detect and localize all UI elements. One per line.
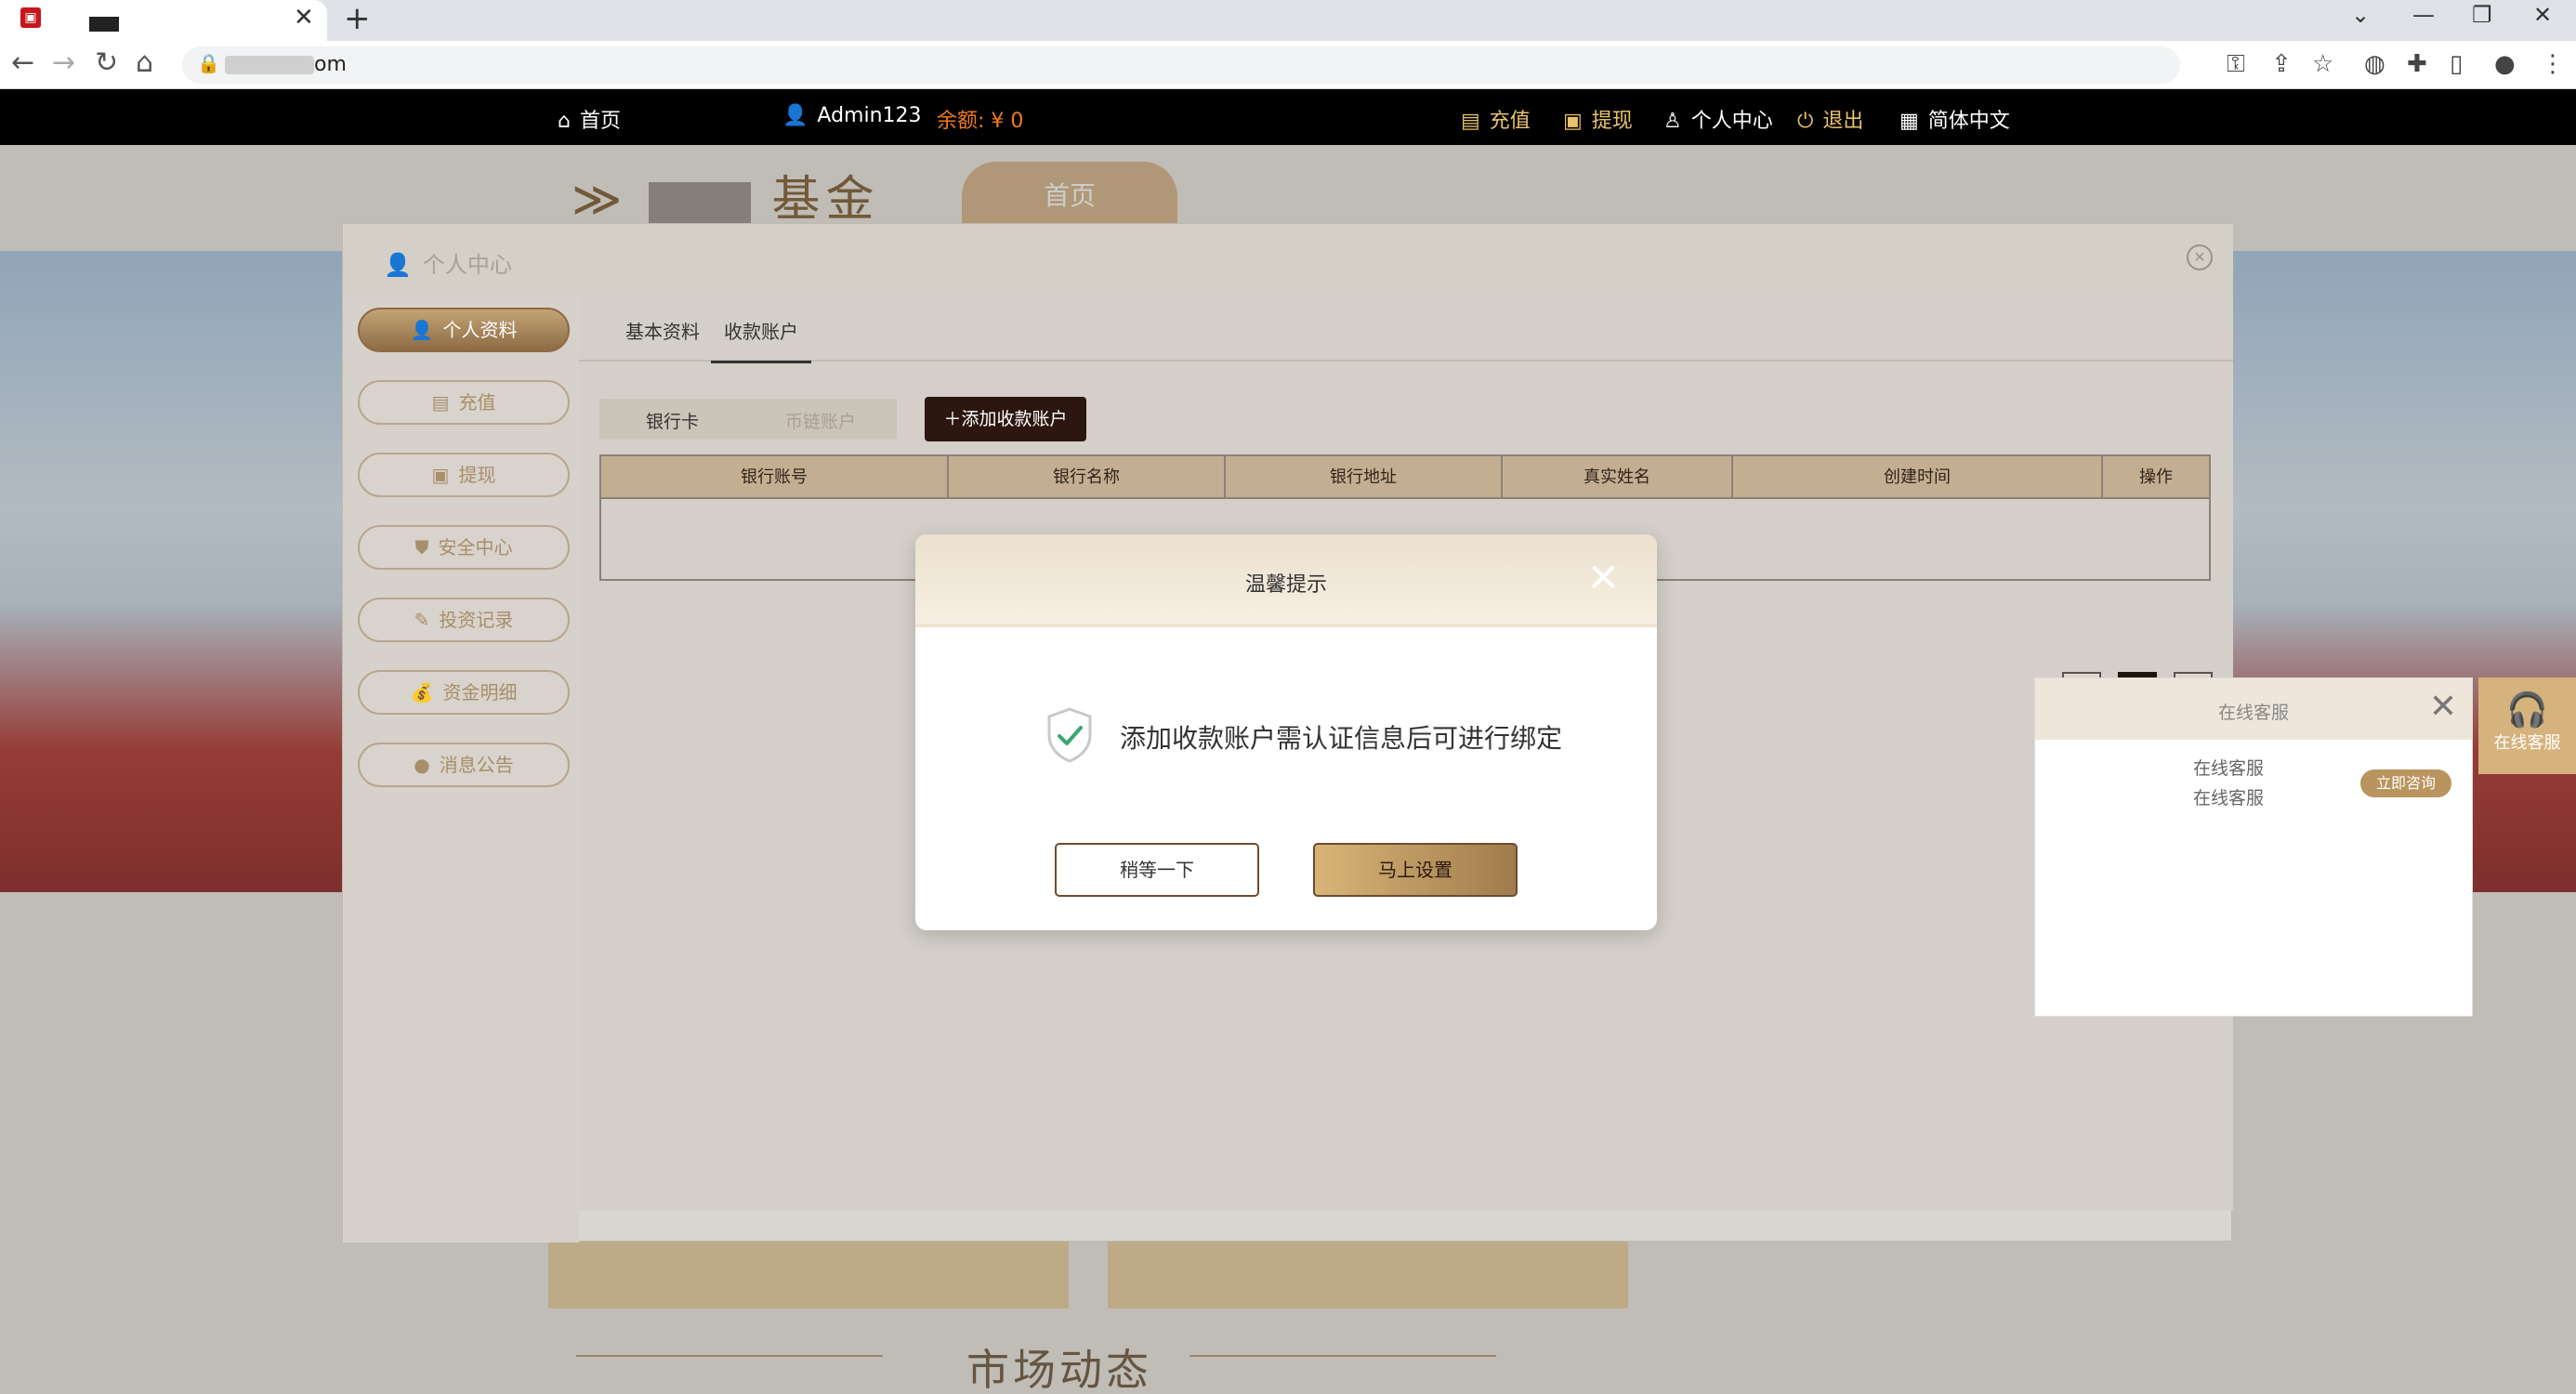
topbar-home-link[interactable]: ⌂ 首页 xyxy=(558,104,621,134)
sidebar-item-security[interactable]: ⛊ 安全中心 xyxy=(358,525,570,570)
minimize-button[interactable]: — xyxy=(2412,2,2435,28)
sidebar-item-recharge[interactable]: ▤ 充值 xyxy=(358,380,570,425)
close-tab-icon[interactable]: ✕ xyxy=(294,4,314,32)
tab-basic-info[interactable]: 基本资料 xyxy=(625,317,700,344)
language-icon: ▦ xyxy=(1899,110,1919,133)
online-service-panel: 在线客服 ✕ 在线客服 在线客服 立即咨询 xyxy=(2034,677,2473,1017)
money-bag-icon: 💰 xyxy=(410,681,434,704)
reload-icon[interactable]: ↻ xyxy=(95,46,118,79)
address-bar: ← → ↻ ⌂ 🔒 om ⚿ ⇪ ☆ ◍ ✚ ▯ ● ⋮ xyxy=(0,41,2576,89)
favicon-icon: ▣ xyxy=(20,7,41,28)
tab-title-redacted xyxy=(89,17,119,32)
menu-kebab-icon[interactable]: ⋮ xyxy=(2541,50,2565,78)
tab-search-icon[interactable]: ⌄ xyxy=(2351,2,2370,28)
panel-title: 👤 个人中心 xyxy=(384,252,512,278)
shield-check-icon xyxy=(1047,707,1092,763)
sidebar-item-announcements[interactable]: ● 消息公告 xyxy=(358,743,570,787)
online-service-tab[interactable]: 🎧 在线客服 xyxy=(2478,677,2576,774)
modal-message: 添加收款账户需认证信息后可进行绑定 xyxy=(1120,723,1563,754)
tab-receiving-account[interactable]: 收款账户 xyxy=(711,317,811,363)
profile-avatar-icon[interactable]: ● xyxy=(2494,50,2516,78)
topbar-balance: 余额: ¥ 0 xyxy=(937,110,1024,133)
modal-header: 温馨提示 ✕ xyxy=(915,534,1657,627)
topbar-withdraw-link[interactable]: ▣ 提现 xyxy=(1563,104,1633,134)
url-redacted xyxy=(225,56,314,74)
wait-button[interactable]: 稍等一下 xyxy=(1055,843,1259,897)
sidepanel-icon[interactable]: ▯ xyxy=(2450,50,2463,78)
panel-header: 👤 个人中心 ✕ xyxy=(343,224,2233,295)
column-header: 真实姓名 xyxy=(1503,456,1733,499)
house-icon: ⌂ xyxy=(558,110,571,133)
column-header: 银行账号 xyxy=(601,456,949,499)
consult-now-button[interactable]: 立即咨询 xyxy=(2360,769,2451,797)
key-icon[interactable]: ⚿ xyxy=(2227,50,2245,79)
hammer-icon: ✎ xyxy=(414,609,430,631)
service-line: 在线客服 xyxy=(2193,758,2265,779)
new-tab-button[interactable]: + xyxy=(344,0,371,37)
browser-tab-bar: ▣ ✕ + ⌄ — ❐ ✕ xyxy=(0,0,2576,41)
service-title: 在线客服 xyxy=(2217,703,2289,723)
column-header: 银行地址 xyxy=(1226,456,1503,499)
notice-modal: 温馨提示 ✕ 添加收款账户需认证信息后可进行绑定 稍等一下 马上设置 xyxy=(915,534,1657,930)
power-icon: ⏻ xyxy=(1797,110,1814,133)
card-icon: ▤ xyxy=(431,391,450,414)
service-header: 在线客服 ✕ xyxy=(2035,678,2472,740)
lock-icon: 🔒 xyxy=(197,52,220,74)
restore-button[interactable]: ❐ xyxy=(2472,2,2492,28)
column-header: 创建时间 xyxy=(1733,456,2103,499)
column-header: 操作 xyxy=(2139,467,2173,487)
column-header: 银行名称 xyxy=(949,456,1226,499)
bookmark-star-icon[interactable]: ☆ xyxy=(2312,50,2333,78)
bell-icon: ● xyxy=(414,754,430,776)
wallet-icon: ▣ xyxy=(431,464,450,486)
segment-crypto-account[interactable]: 币链账户 xyxy=(785,408,856,433)
sidebar-item-fund-details[interactable]: 💰 资金明细 xyxy=(358,670,570,715)
topbar-personal-center-link[interactable]: ♙ 个人中心 xyxy=(1663,104,1773,134)
user-icon: 👤 xyxy=(782,104,808,127)
topbar-logout-link[interactable]: ⏻ 退出 xyxy=(1797,104,1863,134)
close-window-button[interactable]: ✕ xyxy=(2533,2,2552,28)
add-account-button[interactable]: ＋添加收款账户 xyxy=(925,397,1086,441)
content-tabs: 基本资料 收款账户 xyxy=(579,295,2233,363)
user-icon: 👤 xyxy=(410,319,434,341)
site-topbar: ⌂ 首页 👤 Admin123 余额: ¥ 0 ▤ 充值 ▣ 提现 ♙ 个人中心 ⏻ 退出 … xyxy=(0,89,2576,145)
topbar-username: 👤 Admin123 xyxy=(782,104,922,127)
url-text: om xyxy=(314,53,347,76)
extension-badge-icon[interactable]: ◍ xyxy=(2364,50,2385,78)
panel-sidebar: 👤 个人资料 ▤ 充值 ▣ 提现 ⛊ 安全中心 ✎ 投资记录 💰 资金明细 ● 消息公告 xyxy=(343,295,579,1243)
back-arrow-icon[interactable]: ← xyxy=(11,46,34,79)
panel-close-button[interactable]: ✕ xyxy=(2187,244,2213,270)
share-icon[interactable]: ⇪ xyxy=(2271,50,2292,78)
user-icon: 👤 xyxy=(384,252,412,278)
person-outline-icon: ♙ xyxy=(1663,110,1682,133)
service-line: 在线客服 xyxy=(2193,788,2265,809)
url-input[interactable]: 🔒 om xyxy=(182,46,2180,84)
sidebar-item-withdraw[interactable]: ▣ 提现 xyxy=(358,453,570,497)
sidebar-item-investment-records[interactable]: ✎ 投资记录 xyxy=(358,598,570,642)
headset-icon: 🎧 xyxy=(2506,691,2548,730)
segment-bank-card[interactable]: 银行卡 xyxy=(646,408,699,433)
home-icon[interactable]: ⌂ xyxy=(136,46,153,79)
service-close-icon[interactable]: ✕ xyxy=(2429,688,2457,726)
account-type-segment: 银行卡 币链账户 xyxy=(599,399,897,440)
browser-tab[interactable]: ▣ ✕ xyxy=(0,0,327,41)
sidebar-item-profile[interactable]: 👤 个人资料 xyxy=(358,308,570,352)
shield-icon: ⛊ xyxy=(414,536,429,559)
set-now-button[interactable]: 马上设置 xyxy=(1313,843,1518,897)
card-icon: ▤ xyxy=(1461,110,1480,133)
topbar-recharge-link[interactable]: ▤ 充值 xyxy=(1461,104,1531,134)
modal-title: 温馨提示 xyxy=(1244,573,1327,597)
topbar-language-link[interactable]: ▦ 简体中文 xyxy=(1899,104,2010,134)
wallet-icon: ▣ xyxy=(1563,110,1583,133)
table-header: 银行账号 银行名称 银行地址 真实姓名 创建时间 操作 xyxy=(601,456,2209,499)
forward-arrow-icon[interactable]: → xyxy=(52,46,75,79)
modal-close-icon[interactable]: ✕ xyxy=(1587,555,1620,600)
puzzle-icon[interactable]: ✚ xyxy=(2407,50,2427,78)
